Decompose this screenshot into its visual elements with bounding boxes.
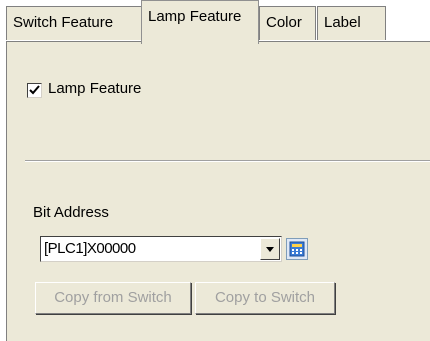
tab-switch-feature[interactable]: Switch Feature <box>6 6 142 40</box>
lamp-feature-label: Lamp Feature <box>48 80 142 97</box>
section-divider <box>25 160 430 162</box>
keypad-icon <box>289 241 305 257</box>
bit-address-combobox[interactable]: [PLC1]X00000 <box>40 236 282 262</box>
tab-lamp-feature[interactable]: Lamp Feature <box>141 0 259 44</box>
tab-strip: Switch Feature Lamp Feature Color Label <box>0 0 430 44</box>
tab-label[interactable]: Label <box>317 6 386 40</box>
tab-color[interactable]: Color <box>259 6 316 40</box>
copy-to-switch-button[interactable]: Copy to Switch <box>195 282 335 314</box>
bit-address-dropdown-button[interactable] <box>260 238 280 260</box>
lamp-feature-panel: Lamp Feature Bit Address [PLC1]X00000 Co… <box>6 41 430 341</box>
chevron-down-icon <box>266 247 274 252</box>
lamp-feature-checkbox[interactable] <box>27 83 42 98</box>
bit-address-value: [PLC1]X00000 <box>44 240 136 257</box>
bit-address-label: Bit Address <box>33 204 109 221</box>
checkmark-icon <box>29 85 40 95</box>
copy-from-switch-button[interactable]: Copy from Switch <box>35 282 191 314</box>
address-input-button[interactable] <box>286 238 308 260</box>
